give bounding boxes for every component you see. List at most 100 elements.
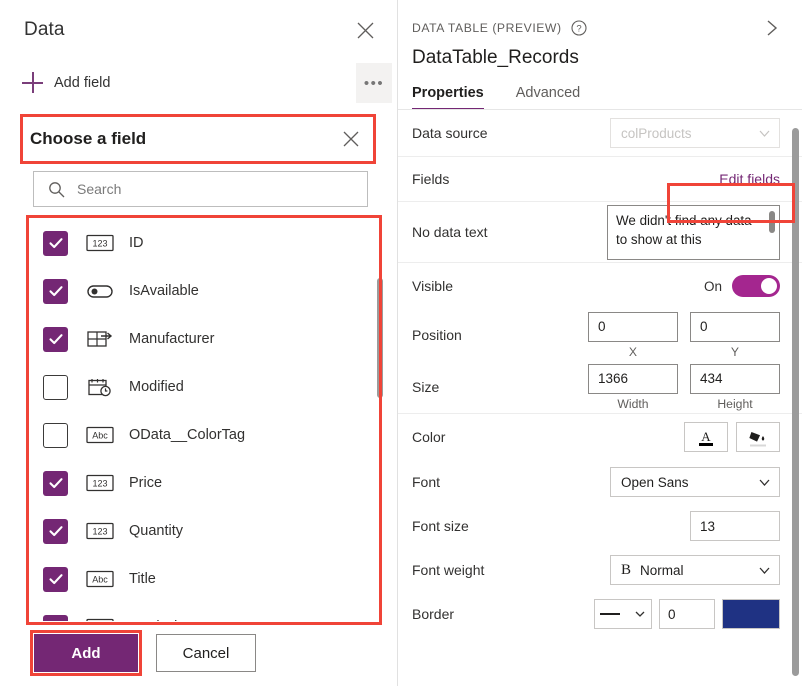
text-abc-icon: Abc (85, 567, 115, 591)
chevron-down-icon (758, 564, 771, 577)
add-button[interactable]: Add (34, 634, 138, 672)
control-name: DataTable_Records (412, 47, 579, 68)
field-checkbox[interactable] (43, 422, 68, 448)
visible-toggle[interactable] (732, 275, 780, 297)
property-row-font-size: Font size 13 (398, 504, 802, 548)
svg-text:Abc: Abc (92, 575, 108, 585)
font-color-a-icon[interactable]: A (684, 422, 728, 452)
field-label: Manufacturer (129, 331, 215, 347)
tab-advanced[interactable]: Advanced (516, 85, 581, 110)
field-list-item[interactable]: 123 Quantity (30, 507, 382, 555)
help-circle-icon[interactable]: ? (571, 20, 587, 36)
field-list-item[interactable]: 123 ID (30, 219, 382, 267)
size-width-caption: Width (617, 396, 649, 411)
chevron-right-icon[interactable] (762, 18, 782, 38)
field-list-item[interactable]: 123 Price (30, 459, 382, 507)
fields-label: Fields (412, 171, 450, 187)
property-row-size: Size 1366 Width 434 Height (398, 361, 802, 413)
size-height-input[interactable]: 434 (690, 363, 780, 394)
field-checkbox[interactable] (43, 326, 68, 352)
text-abc-icon: Abc (85, 423, 115, 447)
svg-text:123: 123 (92, 239, 107, 249)
data-panel: Data Add field ••• Choose a field 123I (0, 0, 398, 686)
field-checkbox[interactable] (43, 470, 68, 496)
font-weight-value: Normal (640, 562, 684, 578)
field-checkbox[interactable] (43, 566, 68, 592)
tab-properties[interactable]: Properties (412, 85, 484, 110)
field-checkbox[interactable] (43, 518, 68, 544)
number-123-icon: 123 (85, 231, 115, 255)
field-checkbox[interactable] (43, 278, 68, 304)
properties-panel: DATA TABLE (PREVIEW) ? DataTable_Records… (398, 0, 802, 686)
number-123-icon: 123 (85, 615, 115, 621)
properties-list: Data source colProducts Fields Edit fiel… (398, 110, 802, 636)
solid-line-icon (600, 613, 620, 615)
field-checkbox[interactable] (43, 614, 68, 621)
chevron-down-icon (634, 608, 646, 620)
field-label: ID (129, 235, 144, 251)
property-row-no-data-text: No data text We didn't find any data to … (398, 202, 802, 262)
choose-a-field-header: Choose a field (22, 117, 374, 161)
field-checkbox[interactable] (43, 374, 68, 400)
add-field-button[interactable]: Add field (0, 60, 398, 106)
visible-label: Visible (412, 278, 453, 294)
position-x-input[interactable]: 0 (588, 311, 678, 342)
size-width-input[interactable]: 1366 (588, 363, 678, 394)
field-list-item[interactable]: Manufacturer (30, 315, 382, 363)
no-data-text-input[interactable]: We didn't find any data to show at this (607, 204, 780, 260)
calendar-clock-icon (85, 375, 115, 399)
font-weight-label: Font weight (412, 562, 485, 578)
search-input[interactable] (77, 172, 367, 206)
choose-a-field-title: Choose a field (30, 129, 147, 148)
properties-panel-scrollbar[interactable] (792, 128, 799, 676)
bold-b-icon: B (621, 561, 632, 578)
font-select[interactable]: Open Sans (610, 467, 780, 497)
field-checkbox[interactable] (43, 230, 68, 256)
field-list-scrollbar[interactable] (377, 278, 383, 398)
field-label: Quantity (129, 523, 183, 539)
no-data-text-scrollbar[interactable] (769, 210, 775, 233)
field-list-item[interactable]: IsAvailable (30, 267, 382, 315)
border-color-swatch[interactable] (722, 599, 780, 629)
position-label: Position (412, 327, 462, 343)
data-panel-header: Data (0, 0, 398, 60)
data-source-label: Data source (412, 125, 488, 141)
field-label: Modified (129, 379, 184, 395)
data-source-select[interactable]: colProducts (610, 118, 780, 148)
no-data-text-value: We didn't find any data to show at this (616, 212, 752, 247)
font-size-input[interactable]: 13 (690, 511, 780, 541)
chooser-actions: Add Cancel (34, 634, 256, 672)
font-label: Font (412, 474, 441, 490)
font-weight-select[interactable]: B Normal (610, 555, 780, 585)
field-list-item[interactable]: Modified (30, 363, 382, 411)
more-options-button[interactable]: ••• (356, 63, 392, 103)
search-icon (48, 181, 65, 198)
field-list-item[interactable]: 123 TotalPrice (30, 603, 382, 621)
chevron-down-icon (758, 476, 771, 489)
svg-text:?: ? (576, 24, 581, 35)
data-source-value: colProducts (621, 125, 692, 141)
close-icon[interactable] (342, 130, 360, 148)
position-y-input[interactable]: 0 (690, 311, 780, 342)
property-row-font: Font Open Sans (398, 460, 802, 504)
svg-text:A: A (701, 429, 711, 444)
toggle-knob (761, 278, 777, 294)
border-style-select[interactable] (594, 599, 652, 629)
border-thickness-input[interactable]: 0 (659, 599, 715, 629)
edit-fields-link[interactable]: Edit fields (719, 171, 780, 187)
property-row-visible: Visible On (398, 263, 802, 309)
field-list-item[interactable]: Abc OData__ColorTag (30, 411, 382, 459)
field-label: TotalPrice (129, 619, 193, 621)
lookup-table-icon (85, 327, 115, 351)
paint-bucket-icon[interactable] (736, 422, 780, 452)
no-data-text-label: No data text (412, 224, 488, 240)
search-box[interactable] (33, 171, 368, 207)
visible-state-label: On (703, 278, 722, 294)
svg-text:123: 123 (92, 479, 107, 489)
cancel-button[interactable]: Cancel (156, 634, 256, 672)
field-list-item[interactable]: Abc Title (30, 555, 382, 603)
color-label: Color (412, 429, 446, 445)
field-list[interactable]: 123 ID IsAvailable Manufacturer Modified Abc O… (30, 219, 382, 621)
data-panel-title: Data (24, 19, 65, 40)
close-icon[interactable] (350, 15, 380, 45)
